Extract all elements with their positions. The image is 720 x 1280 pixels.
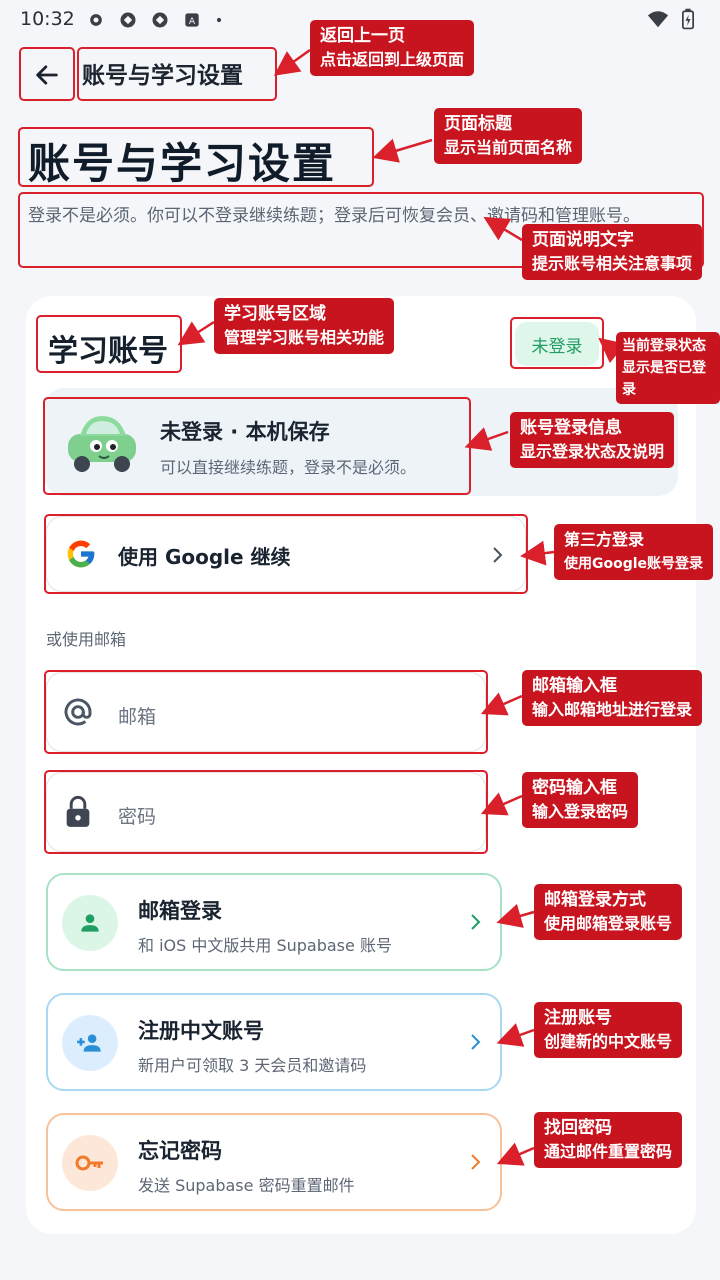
note-line1: 账号登录信息: [520, 418, 622, 438]
battery-icon: [682, 8, 694, 30]
note-line1: 学习账号区域: [224, 304, 326, 324]
note-line1: 邮箱登录方式: [544, 890, 646, 910]
chevron-right-icon: [471, 1034, 481, 1050]
note-line2: 输入邮箱地址进行登录: [532, 700, 693, 719]
note-line2: 通过邮件重置密码: [544, 1142, 673, 1161]
register-title: 注册中文账号: [138, 1019, 264, 1043]
email-login-title: 邮箱登录: [138, 899, 222, 923]
note-line2: 点击返回到上级页面: [320, 50, 465, 69]
highlight-page-title: [18, 127, 374, 187]
note-section: 学习账号区域 管理学习账号相关功能: [214, 298, 395, 354]
note-line1: 找回密码: [544, 1118, 612, 1138]
note-line2: 管理学习账号相关功能: [224, 328, 385, 347]
note-line1: 邮箱输入框: [532, 676, 617, 696]
note-line2: 创建新的中文账号: [544, 1032, 673, 1051]
note-line2: 使用Google账号登录: [564, 556, 704, 572]
settings-icon: [90, 14, 102, 26]
highlight-email: [44, 670, 488, 754]
person-icon-bg: [62, 895, 118, 951]
note-back: 返回上一页 点击返回到上级页面: [310, 20, 475, 76]
note-line2: 使用邮箱登录账号: [544, 914, 673, 933]
status-time: 10:32: [20, 8, 75, 30]
note-line2: 提示账号相关注意事项: [532, 254, 693, 273]
note-line1: 页面标题: [444, 114, 512, 134]
note-line2: 显示是否已登录: [622, 360, 706, 398]
note-forgot: 找回密码 通过邮件重置密码: [534, 1112, 683, 1168]
email-login-subtitle: 和 iOS 中文版共用 Supabase 账号: [138, 936, 392, 955]
note-line2: 显示当前页面名称: [444, 138, 573, 157]
highlight-section: [36, 315, 182, 373]
note-desc: 页面说明文字 提示账号相关注意事项: [522, 224, 703, 280]
note-title: 页面标题 显示当前页面名称: [434, 108, 583, 164]
dot-icon: [216, 17, 222, 23]
key-icon: [75, 1155, 103, 1171]
highlight-google: [44, 514, 528, 594]
note-email-login: 邮箱登录方式 使用邮箱登录账号: [534, 884, 683, 940]
highlight-status: [510, 317, 604, 369]
note-line1: 注册账号: [544, 1008, 612, 1028]
status-icons: A: [86, 10, 224, 30]
app-icon: [120, 12, 136, 28]
person-icon: [81, 914, 99, 932]
chevron-right-icon: [471, 1154, 481, 1170]
status-right: [646, 8, 694, 30]
note-line1: 返回上一页: [320, 26, 405, 46]
highlight-header-title: [77, 47, 277, 101]
note-status: 当前登录状态 显示是否已登录: [616, 332, 720, 404]
note-line1: 页面说明文字: [532, 230, 634, 250]
note-line1: 当前登录状态: [622, 338, 706, 354]
note-email: 邮箱输入框 输入邮箱地址进行登录: [522, 670, 703, 726]
note-line1: 第三方登录: [564, 530, 645, 549]
person-add-icon-bg: [62, 1015, 118, 1071]
note-line2: 输入登录密码: [532, 802, 629, 821]
note-line1: 密码输入框: [532, 778, 617, 798]
highlight-back: [19, 47, 75, 101]
app-icon-2: [152, 12, 168, 28]
forgot-password-title: 忘记密码: [138, 1139, 222, 1163]
forgot-password-subtitle: 发送 Supabase 密码重置邮件: [138, 1176, 355, 1195]
note-account: 账号登录信息 显示登录状态及说明: [510, 412, 675, 468]
highlight-password: [44, 770, 488, 854]
chevron-right-icon: [471, 914, 481, 930]
register-subtitle: 新用户可领取 3 天会员和邀请码: [138, 1056, 367, 1075]
note-google: 第三方登录 使用Google账号登录: [554, 524, 714, 580]
svg-text:A: A: [189, 16, 196, 27]
note-register: 注册账号 创建新的中文账号: [534, 1002, 683, 1058]
note-line2: 显示登录状态及说明: [520, 442, 665, 461]
note-password: 密码输入框 输入登录密码: [522, 772, 639, 828]
wifi-icon: [647, 11, 669, 28]
translate-icon: A: [185, 13, 199, 27]
highlight-account: [43, 397, 471, 495]
or-email-label: 或使用邮箱: [46, 630, 127, 649]
person-add-icon: [77, 1034, 101, 1052]
key-icon-bg: [62, 1135, 118, 1191]
